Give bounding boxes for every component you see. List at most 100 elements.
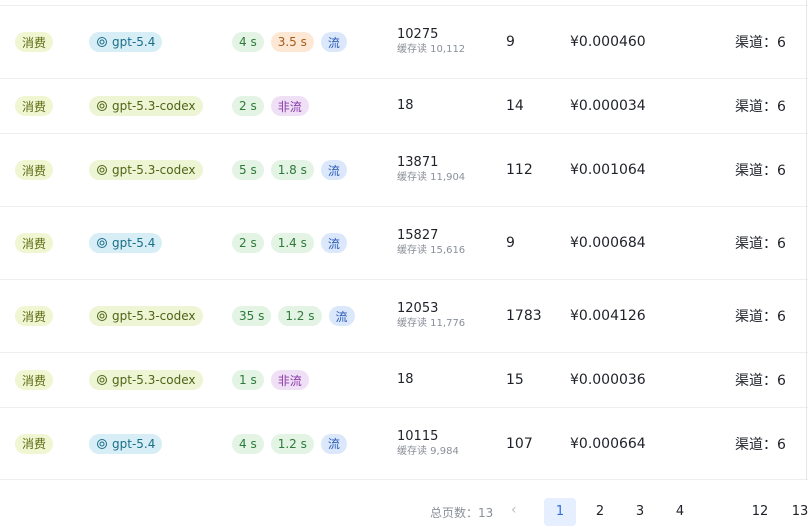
cost-value: ¥0.000036 (570, 372, 646, 388)
cache-read-count: 缓存读 10,112 (397, 44, 466, 55)
chevron-left-icon[interactable]: ‹ (511, 502, 517, 518)
model-name: gpt-5.4 (112, 236, 156, 250)
duration-badge: 35 s (232, 306, 272, 326)
channel-value: 渠道：6 (735, 436, 786, 453)
model-badge[interactable]: gpt-5.3-codex (89, 306, 203, 326)
model-name: gpt-5.3-codex (112, 99, 196, 113)
output-token-count: 107 (506, 435, 533, 452)
input-token-count: 10115 (397, 428, 439, 444)
openai-icon (97, 238, 107, 248)
input-token-count: 12053 (397, 301, 439, 316)
table-row[interactable]: 消费 gpt-5.4 4 s 1.2 s 流 10115 缓存读 9,984 1… (0, 408, 808, 480)
output-token-count: 9 (506, 235, 515, 251)
model-name: gpt-5.3-codex (112, 163, 196, 177)
page-button-3[interactable]: 3 (624, 498, 656, 526)
stream-badge: 流 (320, 233, 347, 253)
cache-read-count: 缓存读 11,904 (397, 172, 466, 183)
model-badge[interactable]: gpt-5.3-codex (89, 96, 203, 116)
table-right-border (806, 0, 807, 480)
page-button-12[interactable]: 12 (744, 498, 776, 526)
table-row[interactable]: 消费 gpt-5.3-codex 1 s 非流 18 15 ¥0.000036 (0, 353, 808, 408)
page-button-2[interactable]: 2 (584, 498, 616, 526)
model-badge[interactable]: gpt-5.4 (89, 433, 163, 454)
model-name: gpt-5.4 (112, 436, 156, 451)
type-badge: 消费 (15, 96, 54, 116)
stream-badge: 非流 (270, 370, 309, 390)
page-ellipsis: ... (704, 498, 736, 526)
table-row[interactable]: 消费 gpt-5.3-codex 2 s 非流 18 14 ¥0.000034 (0, 79, 808, 134)
input-tokens: 10115 缓存读 9,984 (397, 429, 459, 459)
input-tokens: 13871 缓存读 11,904 (397, 155, 465, 185)
first-token-badge: 3.5 s (270, 32, 314, 52)
table-row[interactable]: 消费 gpt-5.4 2 s 1.4 s 流 15827 缓存读 15,616 … (0, 207, 808, 280)
table-row[interactable]: 消费 gpt-5.3-codex 5 s 1.8 s 流 13871 缓存读 1… (0, 134, 808, 207)
page-button-13[interactable]: 13 (784, 498, 808, 526)
openai-icon (97, 438, 107, 449)
model-badge[interactable]: gpt-5.4 (89, 32, 163, 52)
table-row[interactable]: 消费 gpt-5.4 4 s 3.5 s 流 10275 缓存读 10,112 … (0, 6, 808, 79)
openai-icon (97, 101, 107, 111)
openai-icon (97, 311, 107, 321)
table-row[interactable]: 消费 gpt-5.3-codex 35 s 1.2 s 流 12053 缓存读 … (0, 280, 808, 353)
openai-icon (97, 375, 107, 385)
channel-value: 渠道：6 (735, 373, 786, 389)
input-token-count: 15827 (397, 228, 439, 243)
page-button-4[interactable]: 4 (664, 498, 696, 526)
channel-value: 渠道：6 (735, 35, 786, 51)
openai-icon (97, 37, 107, 47)
pagination: 总页数：13 ‹ 1234...1213 (0, 480, 808, 526)
first-token-badge: 1.4 s (270, 233, 314, 253)
channel-value: 渠道：6 (735, 236, 786, 252)
input-token-count: 18 (397, 98, 414, 113)
stream-badge: 流 (328, 306, 355, 326)
cost-value: ¥0.000460 (570, 34, 646, 50)
output-token-count: 112 (506, 162, 533, 178)
model-name: gpt-5.3-codex (112, 309, 196, 323)
model-badge[interactable]: gpt-5.3-codex (89, 370, 203, 390)
output-token-count: 14 (506, 98, 524, 114)
openai-icon (97, 165, 107, 175)
input-token-count: 13871 (397, 155, 439, 170)
channel-value: 渠道：6 (735, 99, 786, 115)
first-token-badge: 1.2 s (278, 306, 322, 326)
model-name: gpt-5.3-codex (112, 373, 196, 387)
model-badge[interactable]: gpt-5.3-codex (89, 160, 203, 180)
input-tokens: 18 (397, 98, 414, 114)
stream-badge: 非流 (270, 96, 309, 116)
cache-read-count: 缓存读 11,776 (397, 318, 466, 329)
duration-badge: 2 s (232, 233, 264, 253)
model-badge[interactable]: gpt-5.4 (89, 233, 163, 253)
duration-badge: 1 s (232, 370, 264, 390)
output-token-count: 1783 (506, 308, 542, 324)
type-badge: 消费 (15, 160, 54, 180)
stream-badge: 流 (320, 433, 347, 454)
input-tokens: 12053 缓存读 11,776 (397, 301, 465, 331)
duration-badge: 2 s (232, 96, 264, 116)
total-pages-label: 总页数：13 (430, 506, 494, 520)
cost-value: ¥0.000664 (570, 435, 646, 452)
type-badge: 消费 (15, 306, 54, 326)
channel-value: 渠道：6 (735, 309, 786, 325)
channel-value: 渠道：6 (735, 163, 786, 179)
output-token-count: 9 (506, 34, 515, 50)
input-token-count: 18 (397, 372, 414, 387)
input-tokens: 18 (397, 372, 414, 388)
page-button-1[interactable]: 1 (544, 498, 576, 526)
type-badge: 消费 (15, 32, 54, 52)
duration-badge: 4 s (232, 32, 264, 52)
cost-value: ¥0.001064 (570, 162, 646, 178)
input-tokens: 10275 缓存读 10,112 (397, 27, 465, 57)
first-token-badge: 1.2 s (270, 433, 314, 454)
duration-badge: 4 s (232, 433, 264, 454)
cost-value: ¥0.000684 (570, 235, 646, 251)
type-badge: 消费 (15, 370, 54, 390)
cache-read-count: 缓存读 15,616 (397, 245, 466, 256)
input-tokens: 15827 缓存读 15,616 (397, 228, 465, 258)
stream-badge: 流 (320, 32, 347, 52)
first-token-badge: 1.8 s (270, 160, 314, 180)
cost-value: ¥0.004126 (570, 308, 646, 324)
duration-badge: 5 s (232, 160, 264, 180)
input-token-count: 10275 (397, 27, 439, 42)
type-badge: 消费 (15, 233, 54, 253)
output-token-count: 15 (506, 372, 524, 388)
